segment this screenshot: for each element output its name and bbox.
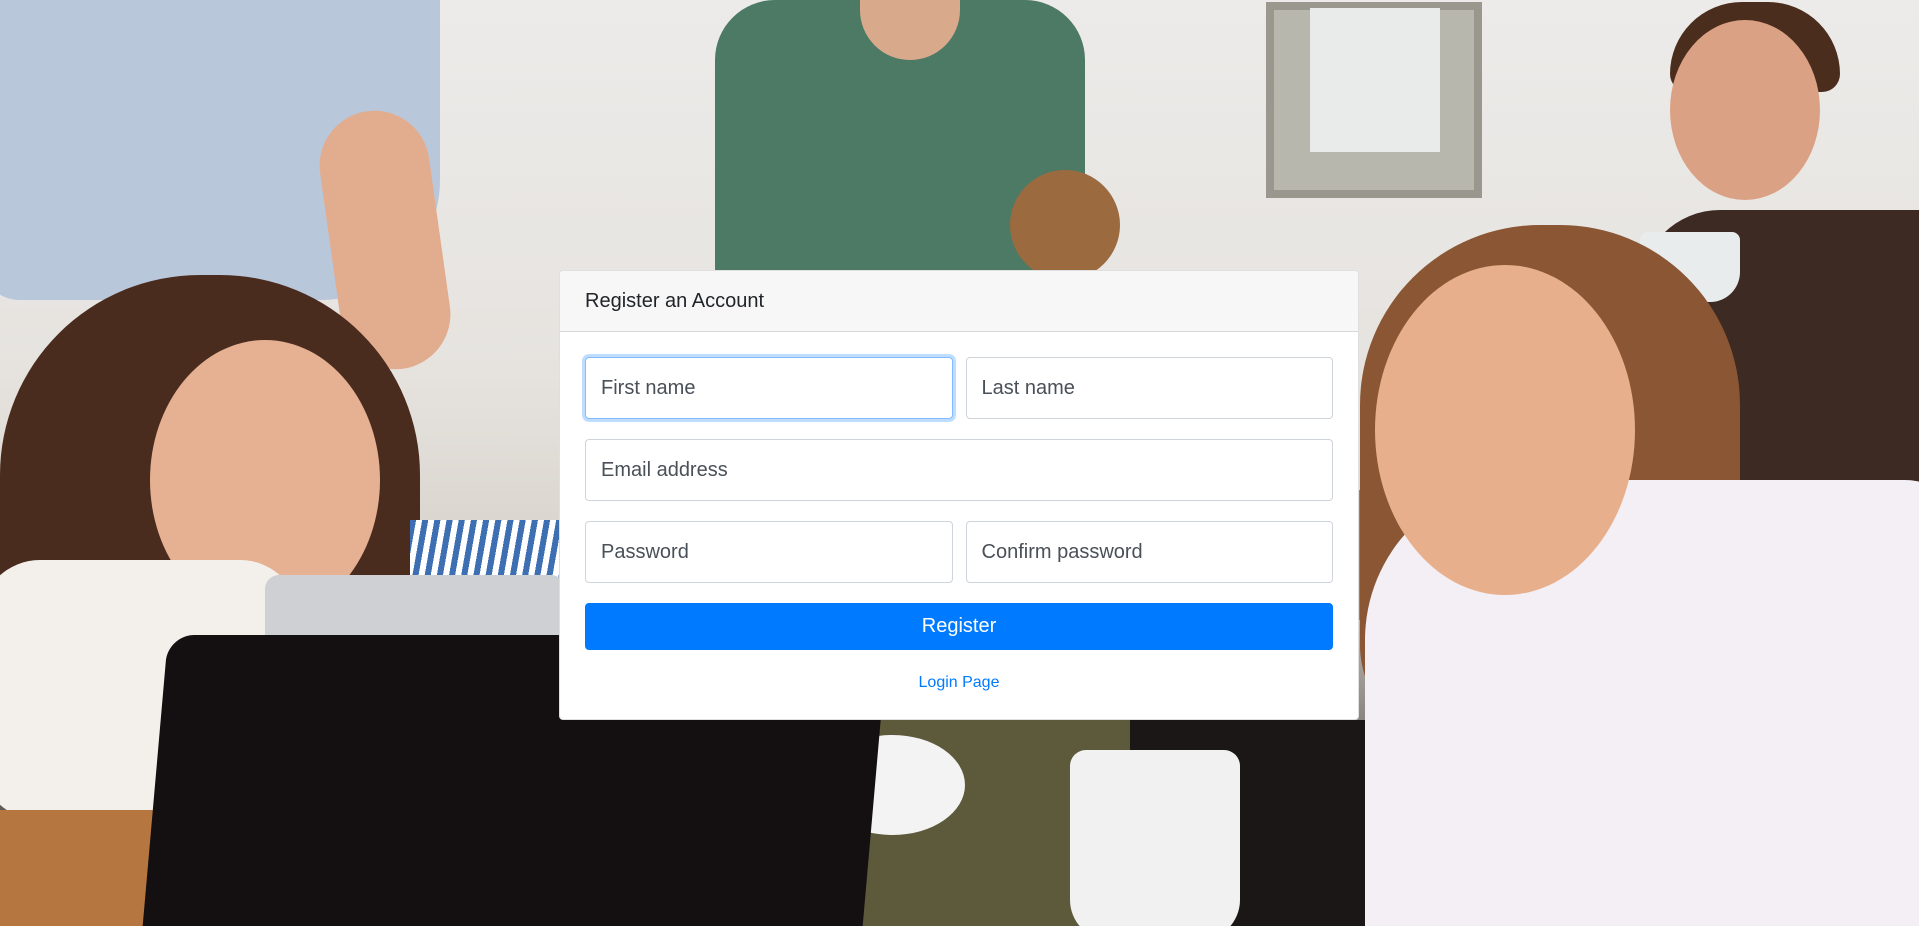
password-input[interactable]	[585, 521, 953, 583]
email-row	[585, 439, 1333, 501]
name-row	[585, 357, 1333, 419]
page: Register an Account Register Login Page	[0, 0, 1919, 926]
confirm-password-input[interactable]	[965, 521, 1333, 583]
login-page-link[interactable]: Login Page	[585, 674, 1333, 692]
card-header: Register an Account	[560, 271, 1358, 332]
register-button[interactable]: Register	[585, 603, 1333, 650]
password-row	[585, 521, 1333, 583]
card-title: Register an Account	[585, 289, 764, 312]
register-form: Register Login Page	[560, 332, 1358, 692]
email-input[interactable]	[585, 439, 1333, 501]
register-card: Register an Account Register Login Page	[559, 270, 1359, 720]
last-name-input[interactable]	[965, 357, 1333, 419]
first-name-input[interactable]	[585, 357, 953, 419]
